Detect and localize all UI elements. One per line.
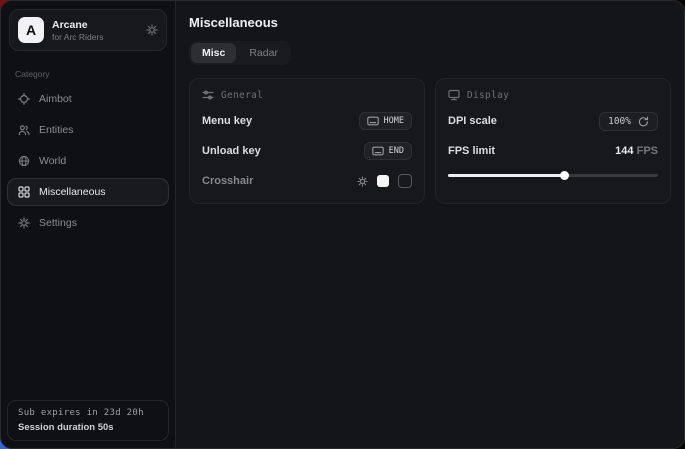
general-card: General Menu key HOME <box>189 78 425 204</box>
menu-key-label: Menu key <box>202 115 252 127</box>
tab-misc[interactable]: Misc <box>191 43 236 63</box>
dpi-scale-value: 100% <box>608 116 631 127</box>
fps-limit-row: FPS limit 144 FPS <box>448 141 658 161</box>
sidebar-item-label: World <box>39 155 66 167</box>
crosshair-settings-gear-icon[interactable] <box>357 176 368 187</box>
gear-icon <box>18 217 30 229</box>
session-duration-text: Session duration 50s <box>18 422 158 433</box>
fps-limit-slider[interactable] <box>448 169 658 181</box>
sidebar-item-label: Entities <box>39 124 73 136</box>
unload-key-binding-button[interactable]: END <box>364 142 412 160</box>
crosshair-color-swatch[interactable] <box>377 175 389 187</box>
display-card: Display DPI scale 100% <box>435 78 671 204</box>
sidebar-item-label: Aimbot <box>39 93 72 105</box>
fps-limit-value: 144 FPS <box>615 145 658 157</box>
brand-card: A Arcane for Arc Riders <box>9 9 167 51</box>
brand-logo: A <box>18 17 44 43</box>
monitor-icon <box>448 89 460 101</box>
brand-title: Arcane <box>52 19 104 31</box>
sidebar-item-label: Settings <box>39 217 77 229</box>
crosshair-controls <box>357 174 412 188</box>
category-label: Category <box>15 69 161 79</box>
display-card-title: Display <box>467 90 509 101</box>
crosshair-label: Crosshair <box>202 175 253 187</box>
fps-limit-label: FPS limit <box>448 145 495 157</box>
unload-key-row: Unload key END <box>202 141 412 161</box>
page-title: Miscellaneous <box>189 15 671 30</box>
sidebar-item-miscellaneous[interactable]: Miscellaneous <box>7 178 169 206</box>
grid-icon <box>18 186 30 198</box>
menu-key-value: HOME <box>384 116 404 126</box>
general-card-title: General <box>221 90 263 101</box>
tab-radar[interactable]: Radar <box>238 43 289 63</box>
gear-icon[interactable] <box>146 24 158 36</box>
sidebar-item-world[interactable]: World <box>7 147 169 175</box>
dpi-scale-select[interactable]: 100% <box>599 112 658 131</box>
menu-key-row: Menu key HOME <box>202 111 412 131</box>
sidebar: A Arcane for Arc Riders Category <box>1 1 176 448</box>
crosshair-icon <box>18 93 30 105</box>
sidebar-item-settings[interactable]: Settings <box>7 209 169 237</box>
fps-slider-thumb[interactable] <box>560 171 569 180</box>
general-card-header: General <box>202 89 412 101</box>
brand-text: Arcane for Arc Riders <box>52 19 104 42</box>
globe-icon <box>18 155 30 167</box>
display-card-header: Display <box>448 89 658 101</box>
unload-key-label: Unload key <box>202 145 261 157</box>
sidebar-item-entities[interactable]: Entities <box>7 116 169 144</box>
app-window: A Arcane for Arc Riders Category <box>0 0 685 449</box>
unload-key-value: END <box>389 146 404 156</box>
menu-key-binding-button[interactable]: HOME <box>359 112 412 130</box>
sidebar-item-label: Miscellaneous <box>39 186 106 198</box>
users-icon <box>18 124 30 136</box>
keyboard-icon <box>367 116 379 126</box>
main-content: Miscellaneous Misc Radar General <box>176 1 684 448</box>
sliders-icon <box>202 89 214 101</box>
tab-bar: Misc Radar <box>189 41 291 65</box>
fps-slider-fill <box>448 174 564 177</box>
sub-expires-text: Sub expires in 23d 20h <box>18 408 158 418</box>
sidebar-nav: Aimbot Entities <box>1 82 175 237</box>
refresh-icon <box>638 116 649 127</box>
keyboard-icon <box>372 146 384 156</box>
crosshair-enabled-checkbox[interactable] <box>398 174 412 188</box>
crosshair-row: Crosshair <box>202 171 412 191</box>
subscription-info-card: Sub expires in 23d 20h Session duration … <box>7 400 169 441</box>
dpi-scale-label: DPI scale <box>448 115 497 127</box>
fps-unit: FPS <box>637 145 658 157</box>
sidebar-item-aimbot[interactable]: Aimbot <box>7 85 169 113</box>
brand-subtitle: for Arc Riders <box>52 32 104 42</box>
fps-number: 144 <box>615 145 633 157</box>
settings-cards: General Menu key HOME <box>189 78 671 204</box>
dpi-scale-row: DPI scale 100% <box>448 111 658 131</box>
